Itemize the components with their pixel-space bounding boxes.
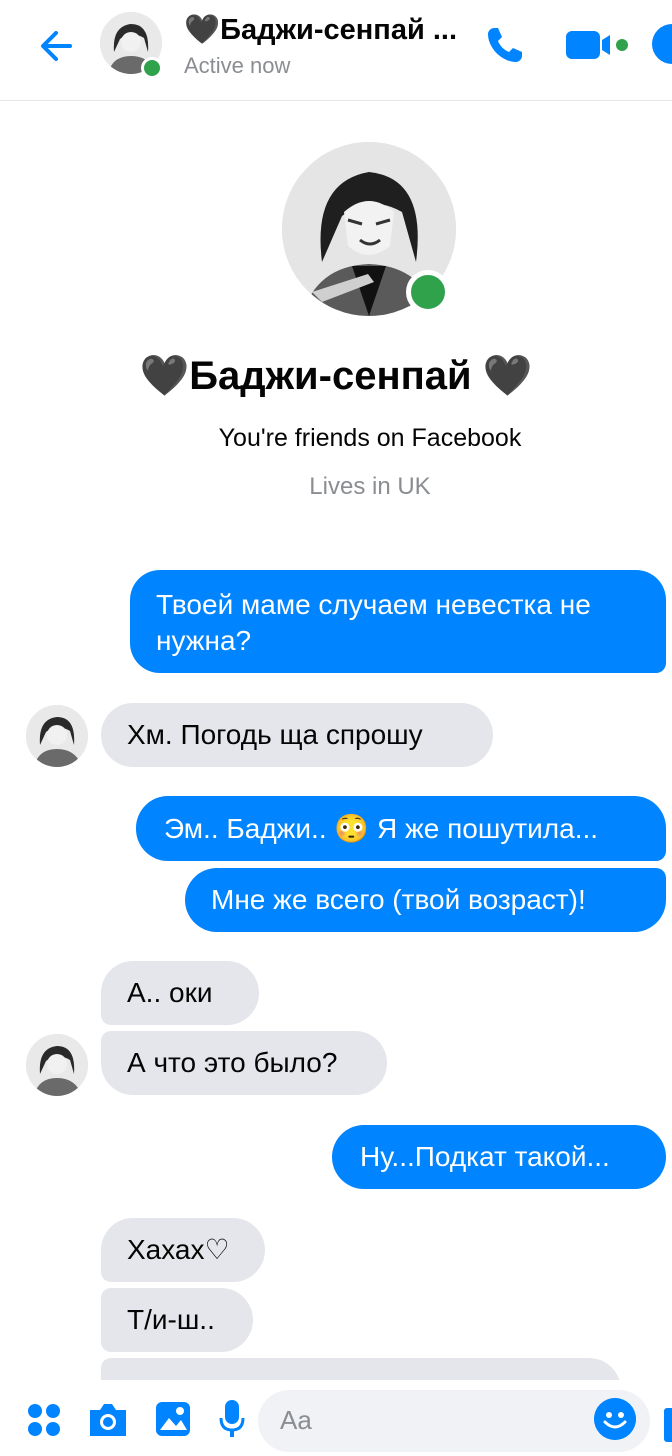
- back-arrow-icon[interactable]: [34, 24, 78, 68]
- contact-name[interactable]: 🖤Баджи-сенпай ...: [184, 13, 457, 47]
- message-text: Хм. Погодь ща спрошу: [127, 719, 423, 750]
- camera-icon[interactable]: [86, 1400, 130, 1440]
- message-bubble-incoming[interactable]: А.. оки: [101, 961, 259, 1025]
- active-status: Active now: [184, 53, 291, 78]
- friends-status-text: You're friends on Facebook: [218, 424, 522, 452]
- gallery-icon[interactable]: [154, 1400, 192, 1438]
- message-text: Мне же всего (твой возраст)!: [211, 884, 586, 915]
- message-bubble-outgoing[interactable]: Мне же всего (твой возраст)!: [185, 868, 666, 932]
- message-text: А что это было?: [127, 1047, 338, 1078]
- message-text: Твоей маме случаем невестка не нужна?: [156, 589, 591, 656]
- message-bubble-incoming[interactable]: А что это было?: [101, 1031, 387, 1095]
- microphone-icon[interactable]: [218, 1398, 246, 1440]
- message-text: А.. оки: [127, 977, 213, 1008]
- like-button-edge[interactable]: [664, 1408, 672, 1442]
- more-actions-icon[interactable]: [26, 1402, 62, 1438]
- message-bubble-outgoing[interactable]: Ну...Подкат такой...: [332, 1125, 666, 1189]
- message-text: Т/и-ш..: [127, 1304, 215, 1335]
- location-text: Lives in UK: [309, 473, 431, 500]
- chat-header: 🖤Баджи-сенпай ... Active now: [0, 0, 672, 101]
- phone-call-icon[interactable]: [482, 22, 528, 68]
- message-input[interactable]: [258, 1390, 650, 1452]
- message-bubble-incoming[interactable]: Т/и-ш..: [101, 1288, 253, 1352]
- message-input-placeholder: Aa: [280, 1405, 312, 1435]
- profile-online-indicator: [406, 270, 450, 314]
- profile-name: 🖤Баджи-сенпай 🖤: [139, 354, 533, 398]
- message-bubble-incoming[interactable]: Хахах♡: [101, 1218, 265, 1282]
- online-indicator: [141, 57, 163, 79]
- sender-avatar[interactable]: [26, 705, 88, 767]
- info-icon[interactable]: [652, 24, 672, 64]
- message-text: Хахах♡: [127, 1234, 230, 1265]
- video-call-icon[interactable]: [566, 28, 628, 62]
- message-bubble-incoming[interactable]: Хм. Погодь ща спрошу: [101, 703, 493, 767]
- message-text: Эм.. Баджи.. 😳 Я же пошутила...: [164, 813, 599, 844]
- sender-avatar[interactable]: [26, 1034, 88, 1096]
- emoji-icon[interactable]: [594, 1398, 636, 1440]
- message-bubble-outgoing[interactable]: Твоей маме случаем невестка не нужна?: [130, 570, 666, 673]
- message-bubble-outgoing[interactable]: Эм.. Баджи.. 😳 Я же пошутила...: [136, 796, 666, 861]
- message-text: Ну...Подкат такой...: [360, 1141, 610, 1172]
